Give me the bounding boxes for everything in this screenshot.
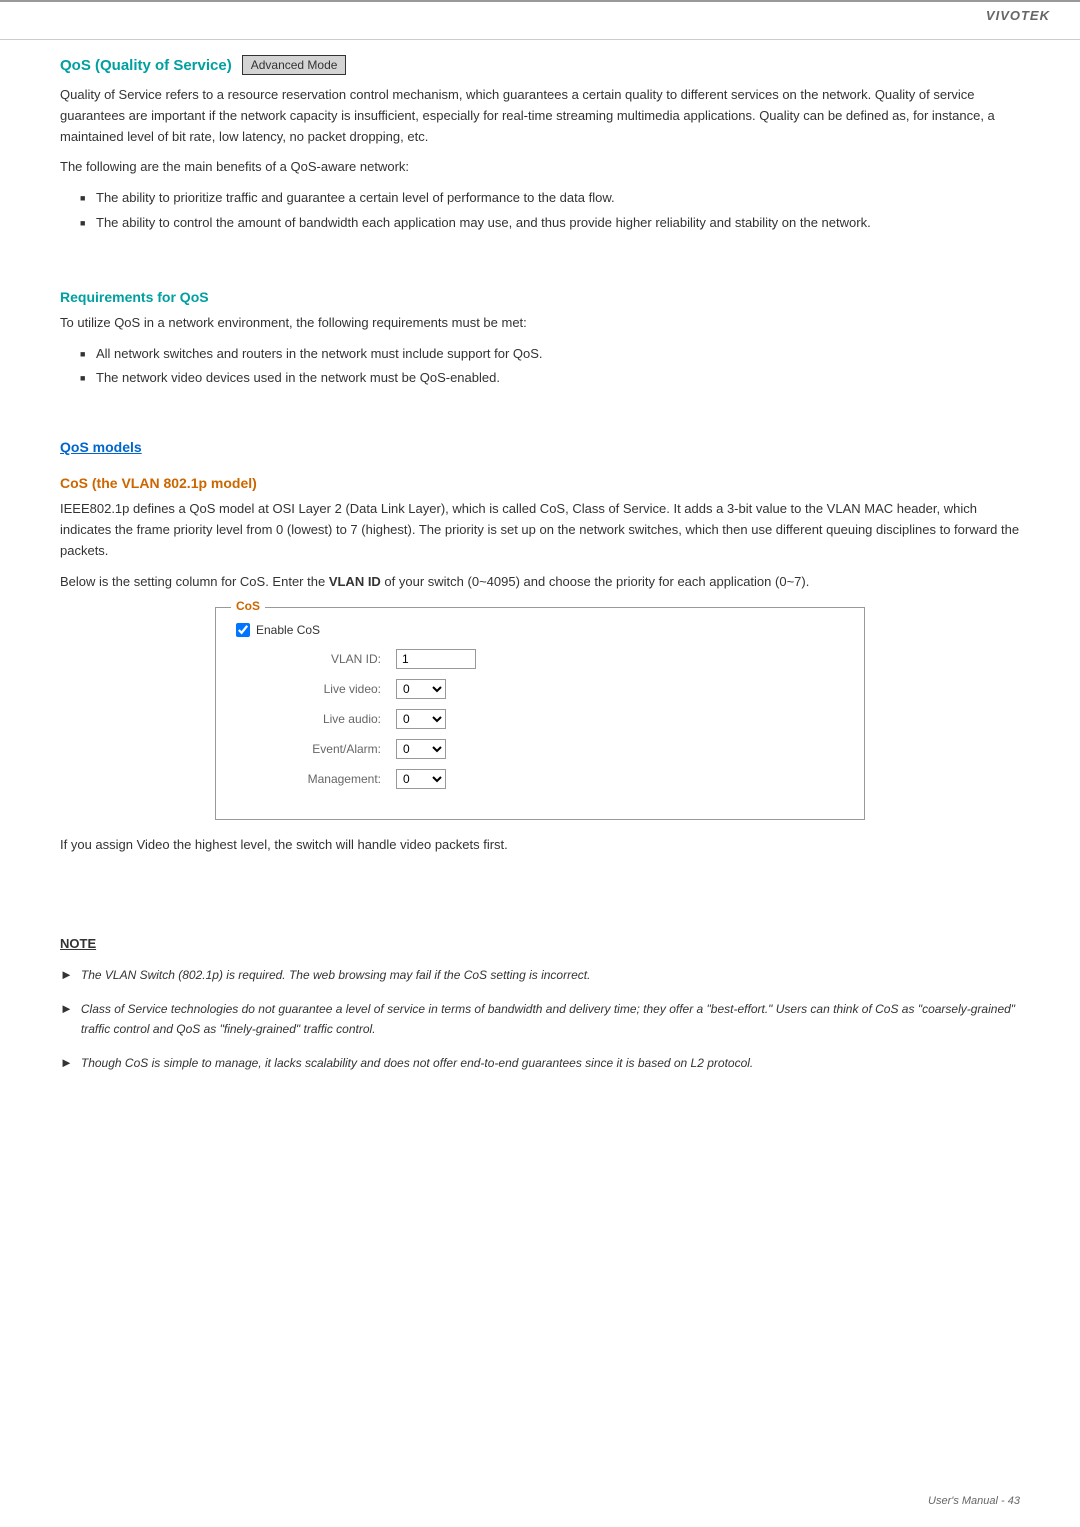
- enable-cos-row: Enable CoS: [236, 623, 844, 637]
- cos-title: CoS (the VLAN 802.1p model): [60, 475, 1020, 491]
- management-label: Management:: [236, 772, 396, 786]
- benefit-item-2: The ability to control the amount of ban…: [80, 213, 1020, 234]
- requirement-item-2: The network video devices used in the ne…: [80, 368, 1020, 389]
- benefit-item-1: The ability to prioritize traffic and gu…: [80, 188, 1020, 209]
- models-title-link[interactable]: QoS models: [60, 439, 142, 455]
- main-content: QoS (Quality of Service) Advanced Mode Q…: [0, 45, 1080, 1148]
- cos-note: If you assign Video the highest level, t…: [60, 835, 1020, 856]
- vlan-id-input[interactable]: [396, 649, 476, 669]
- header: VIVOTEK: [0, 0, 1080, 29]
- note-text-2: Class of Service technologies do not gua…: [81, 1000, 1020, 1038]
- note-item-3: ► Though CoS is simple to manage, it lac…: [60, 1054, 1020, 1073]
- management-select[interactable]: 0123 4567: [396, 769, 446, 789]
- note-arrow-1: ►: [60, 967, 73, 982]
- page-title-text: QoS (Quality of Service): [60, 57, 232, 74]
- note-title: NOTE: [60, 936, 1020, 951]
- requirement-item-1: All network switches and routers in the …: [80, 344, 1020, 365]
- page-title-section: QoS (Quality of Service) Advanced Mode: [60, 55, 1020, 75]
- event-alarm-row: Event/Alarm: 0123 4567: [236, 739, 844, 759]
- enable-cos-checkbox[interactable]: [236, 623, 250, 637]
- live-audio-row: Live audio: 0123 4567: [236, 709, 844, 729]
- vlan-id-label: VLAN ID:: [236, 652, 396, 666]
- live-audio-select[interactable]: 0123 4567: [396, 709, 446, 729]
- header-divider: [0, 39, 1080, 40]
- benefits-list: The ability to prioritize traffic and gu…: [80, 188, 1020, 234]
- event-alarm-label: Event/Alarm:: [236, 742, 396, 756]
- intro-paragraph: Quality of Service refers to a resource …: [60, 85, 1020, 147]
- note-item-1: ► The VLAN Switch (802.1p) is required. …: [60, 966, 1020, 985]
- live-video-row: Live video: 0123 4567: [236, 679, 844, 699]
- live-audio-label: Live audio:: [236, 712, 396, 726]
- live-video-select[interactable]: 0123 4567: [396, 679, 446, 699]
- note-section: NOTE ► The VLAN Switch (802.1p) is requi…: [60, 936, 1020, 1073]
- cos-settings-box: CoS Enable CoS VLAN ID: Live video: 0123…: [215, 607, 865, 820]
- cos-box-title: CoS: [231, 599, 265, 613]
- management-row: Management: 0123 4567: [236, 769, 844, 789]
- enable-cos-label: Enable CoS: [256, 623, 320, 637]
- advanced-mode-button[interactable]: Advanced Mode: [242, 55, 347, 75]
- brand-name: VIVOTEK: [986, 8, 1050, 23]
- event-alarm-select[interactable]: 0123 4567: [396, 739, 446, 759]
- footer: User's Manual - 43: [928, 1495, 1020, 1507]
- note-text-1: The VLAN Switch (802.1p) is required. Th…: [81, 966, 591, 985]
- note-item-2: ► Class of Service technologies do not g…: [60, 1000, 1020, 1038]
- vlan-id-row: VLAN ID:: [236, 649, 844, 669]
- cos-desc2: Below is the setting column for CoS. Ent…: [60, 572, 1020, 593]
- note-arrow-2: ►: [60, 1001, 73, 1016]
- benefits-intro: The following are the main benefits of a…: [60, 157, 1020, 178]
- live-video-label: Live video:: [236, 682, 396, 696]
- note-arrow-3: ►: [60, 1055, 73, 1070]
- cos-desc1: IEEE802.1p defines a QoS model at OSI La…: [60, 499, 1020, 561]
- requirements-intro: To utilize QoS in a network environment,…: [60, 313, 1020, 334]
- models-title-container: QoS models: [60, 439, 1020, 455]
- requirements-list: All network switches and routers in the …: [80, 344, 1020, 390]
- note-text-3: Though CoS is simple to manage, it lacks…: [81, 1054, 753, 1073]
- requirements-title: Requirements for QoS: [60, 289, 1020, 305]
